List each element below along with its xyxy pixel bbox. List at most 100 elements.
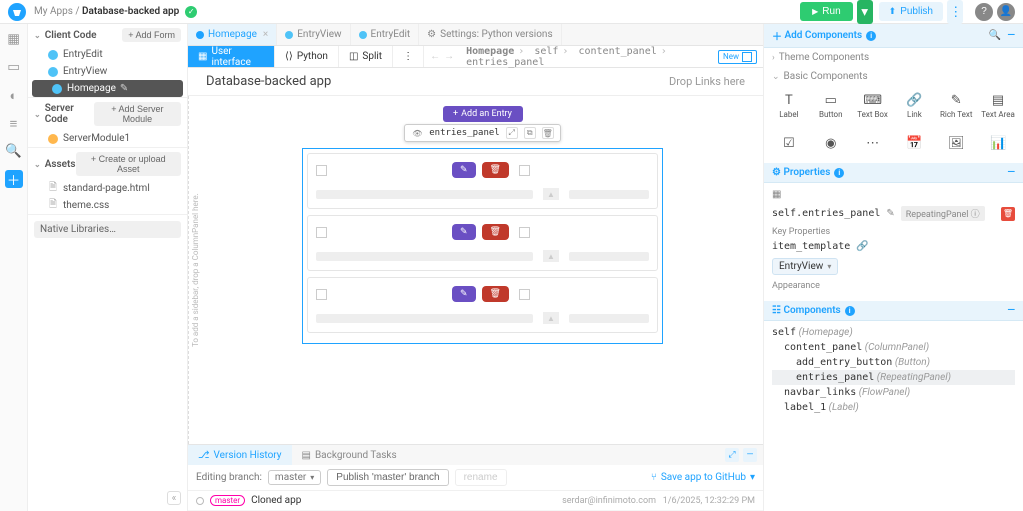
tree-item-navbar-links[interactable]: navbar_links (FlowPanel) [772,385,1015,400]
theme-components-section[interactable]: Theme Components [764,48,1023,67]
sidebar-item-themecss[interactable]: 🗎theme.css [28,197,187,214]
sidebar-collapse-button[interactable]: « [167,491,181,505]
mode-split-button[interactable]: ◫Split [339,46,393,67]
sidebar-item-homepage[interactable]: Homepage ✎ [32,80,183,97]
components-tree-header[interactable]: ☷ Componentsi — [764,301,1023,321]
tab-homepage[interactable]: Homepage× [188,24,277,45]
nav-fwd-button[interactable]: → [444,51,454,62]
entry-template-row[interactable]: ✎ 🗑 ▲ [307,215,658,271]
checkbox[interactable] [519,289,530,300]
path-root[interactable]: Homepage [466,46,514,57]
edit-pill-button[interactable]: ✎ [452,224,476,240]
entries-panel[interactable]: ✎ 🗑 ▲ ✎ 🗑 ▲ [302,148,663,344]
tab-version-history[interactable]: ⎇Version History [188,445,292,465]
sidebar-item-entryedit[interactable]: EntryEdit [28,46,187,63]
sidebar-item-entryview[interactable]: EntryView [28,63,187,80]
tree-item-self[interactable]: self (Homepage) [772,325,1015,340]
tree-item-add-entry-button[interactable]: add_entry_button (Button) [772,355,1015,370]
entry-template-row[interactable]: ✎ 🗑 ▲ [307,277,658,333]
properties-header[interactable]: ⚙ Propertiesi — [764,163,1023,183]
entry-template-row[interactable]: ✎ 🗑 ▲ [307,153,658,209]
design-canvas[interactable]: Add an Entry 👁 entries_panel ⤢ ⧉ 🗑 ✎ 🗑 [202,96,763,444]
collapse-icon[interactable]: — [1007,167,1015,178]
rail-app-icon[interactable]: ▦ [5,30,23,48]
run-button[interactable]: Run [800,2,853,21]
add-entry-button[interactable]: Add an Entry [443,106,523,122]
checkbox[interactable] [316,289,327,300]
palette-button[interactable]: ▭Button [810,88,852,123]
save-to-github-button[interactable]: ⑂Save app to GitHub▾ [651,472,755,483]
palette-link[interactable]: 🔗Link [893,88,935,123]
info-icon[interactable]: i [834,168,844,178]
basic-components-section[interactable]: Basic Components [764,67,1023,86]
client-code-header[interactable]: ⌄Client Code + Add Form [28,24,187,46]
edit-name-icon[interactable]: ✎ [886,208,894,219]
collapse-icon[interactable]: — [1007,305,1015,316]
rail-theme-icon[interactable]: ◐ [5,86,23,104]
delete-pill-button[interactable]: 🗑 [482,224,509,240]
info-icon[interactable]: i [866,31,876,41]
publish-branch-button[interactable]: Publish 'master' branch [327,469,448,486]
commit-row[interactable]: master Cloned app serdar@infinimoto.com … [188,491,763,511]
tree-item-entries-panel[interactable]: entries_panel (RepeatingPanel) [772,370,1015,385]
checkbox[interactable] [316,165,327,176]
info-icon[interactable]: i [845,306,855,316]
palette-☑[interactable]: ☑ [768,131,810,157]
branch-select[interactable]: master▾ [268,470,321,485]
publish-menu-button[interactable]: ⋮ [947,0,963,24]
tab-settings-python[interactable]: ⚙Settings: Python versions [419,24,561,45]
delete-pill-button[interactable]: 🗑 [482,162,509,178]
copy-icon[interactable]: ⧉ [524,127,536,139]
add-server-module-button[interactable]: + Add Server Module [94,102,181,126]
checkbox[interactable] [316,227,327,238]
delete-icon[interactable]: 🗑 [542,127,554,139]
tree-item-content-panel[interactable]: content_panel (ColumnPanel) [772,340,1015,355]
delete-component-button[interactable]: 🗑 [1001,207,1015,221]
help-button[interactable]: ? [975,3,993,21]
rail-add-button[interactable]: ＋ [5,170,23,188]
add-components-header[interactable]: ＋ Add Componentsi 🔍— [764,24,1023,48]
palette-⋯[interactable]: ⋯ [852,131,894,157]
anvil-logo[interactable] [8,3,26,21]
mode-more-button[interactable]: ⋮ [393,46,424,67]
tab-entryedit[interactable]: EntryEdit [351,24,420,45]
breadcrumb-appname[interactable]: Database-backed app [82,6,179,17]
expand-icon[interactable]: ⤢ [506,127,518,139]
assets-header[interactable]: ⌄Assets + Create or upload Asset [28,148,187,180]
server-code-header[interactable]: ⌄Server Code + Add Server Module [28,98,187,130]
grid-icon[interactable]: ▦ [772,189,781,200]
native-libraries-button[interactable]: Native Libraries… [34,221,181,238]
sidebar-item-standardpage[interactable]: 🗎standard-page.html [28,180,187,197]
edit-pill-button[interactable]: ✎ [452,162,476,178]
edit-pill-button[interactable]: ✎ [452,286,476,302]
palette-rich-text[interactable]: ✎Rich Text [935,88,977,123]
path-entries-panel[interactable]: entries_panel [466,57,544,68]
account-button[interactable]: 👤 [997,3,1015,21]
palette-text-area[interactable]: ▤Text Area [977,88,1019,123]
publish-button[interactable]: Publish [879,2,943,21]
tab-background-tasks[interactable]: ▤Background Tasks [292,445,407,465]
run-menu-button[interactable]: ▾ [857,0,873,24]
tab-entryview[interactable]: EntryView [277,24,350,45]
visibility-icon[interactable]: 👁 [411,127,423,139]
delete-pill-button[interactable]: 🗑 [482,286,509,302]
path-content-panel[interactable]: content_panel [578,46,656,57]
path-self[interactable]: self [534,46,558,57]
palette-text-box[interactable]: ⌨Text Box [852,88,894,123]
close-icon[interactable]: × [263,29,268,40]
checkbox[interactable] [519,165,530,176]
palette-🖼[interactable]: 🖼 [935,131,977,157]
sidebar-item-servermodule1[interactable]: ServerModule1 [28,130,187,147]
mode-ui-button[interactable]: ▦User interface [188,46,275,67]
palette-📅[interactable]: 📅 [893,131,935,157]
collapse-icon[interactable]: — [1007,30,1015,41]
tree-item-label-1[interactable]: label_1 (Label) [772,400,1015,415]
rail-search-icon[interactable]: 🔍 [5,142,23,160]
nav-back-button[interactable]: ← [430,51,440,62]
add-asset-button[interactable]: + Create or upload Asset [76,152,181,176]
search-icon[interactable]: 🔍 [989,30,1001,41]
palette-◉[interactable]: ◉ [810,131,852,157]
rail-settings-icon[interactable]: ≡ [5,114,23,132]
checkbox[interactable] [519,227,530,238]
mode-code-button[interactable]: ⟨⟩Python [275,46,339,67]
